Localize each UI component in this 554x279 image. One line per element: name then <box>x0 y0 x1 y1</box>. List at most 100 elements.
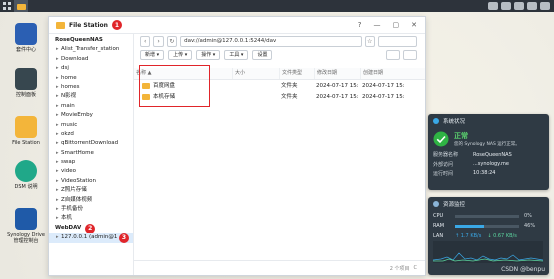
desktop-icon-synology-drive[interactable]: Synology Drive 管理控制台 <box>4 208 48 244</box>
sidebar-item[interactable]: music <box>49 121 133 130</box>
sidebar-item[interactable]: dsj <box>49 64 133 73</box>
sidebar-root-webdav[interactable]: WebDAV 2 <box>49 223 133 234</box>
sidebar-item[interactable]: VideoStation <box>49 177 133 186</box>
highlight-box <box>139 65 210 107</box>
cell-type: 文件夹 <box>281 94 298 100</box>
sidebar-item[interactable]: qBittorrentDownload <box>49 139 133 148</box>
taskbar <box>0 0 554 12</box>
favorite-star-icon[interactable]: ☆ <box>364 35 375 47</box>
back-button[interactable]: ‹ <box>140 35 151 47</box>
forward-button[interactable]: › <box>153 35 164 47</box>
notification-icon[interactable] <box>501 2 511 10</box>
column-size[interactable]: 大小 <box>232 68 271 79</box>
sidebar-item-webdav-server[interactable]: 127.0.0.1 (admin@127... 3 <box>49 233 133 243</box>
sidebar-root-label: WebDAV <box>55 224 82 231</box>
sidebar-root-nas[interactable]: RoseQueenNAS <box>49 36 133 45</box>
desktop-icon-label: File Station <box>12 140 40 146</box>
health-row: 服务器名称 RoseQueenNAS <box>428 150 549 159</box>
sidebar-item[interactable]: okzd <box>49 130 133 139</box>
sidebar: RoseQueenNAS Alist_Transfer_station Down… <box>49 34 134 275</box>
sidebar-item[interactable]: MovieEmby <box>49 111 133 120</box>
column-modified[interactable]: 修改日期 <box>314 68 357 79</box>
cell-modified: 2024-07-17 15:3... <box>316 94 358 100</box>
search-icon[interactable] <box>527 2 537 10</box>
file-station-taskbar-icon[interactable] <box>14 0 28 12</box>
window-titlebar[interactable]: File Station 1 ? — ▢ ✕ <box>49 17 425 34</box>
action-button[interactable]: 操作 ▾ <box>196 49 221 60</box>
grid-icon[interactable] <box>0 0 14 12</box>
sidebar-item[interactable]: 本机 <box>49 214 133 223</box>
desktop-icon-file-station[interactable]: File Station <box>4 116 48 146</box>
synology-drive-icon <box>15 208 37 230</box>
sidebar-item[interactable]: swap <box>49 158 133 167</box>
sidebar-item[interactable]: Z照片存储 <box>49 186 133 195</box>
watermark: CSDN @benpu <box>501 266 545 273</box>
cpu-label: CPU <box>433 213 444 219</box>
sidebar-item[interactable]: homes <box>49 83 133 92</box>
widgets-icon[interactable] <box>540 2 550 10</box>
health-value: 10:38:24 <box>473 170 496 177</box>
health-row: 运行时间 10:38:24 <box>428 169 549 178</box>
settings-button[interactable]: 设置 <box>252 49 273 60</box>
ram-label: RAM <box>433 223 445 229</box>
sidebar-item[interactable]: Download <box>49 55 133 64</box>
network-graph <box>433 241 543 263</box>
maximize-button[interactable]: ▢ <box>393 21 400 29</box>
package-center-icon <box>15 23 37 45</box>
upload-button[interactable]: 上传 ▾ <box>168 49 193 60</box>
sort-icon[interactable] <box>403 49 417 60</box>
status-bar: 2 个项目 C <box>134 260 425 275</box>
cell-created: 2024-07-17 15:3... <box>362 83 404 89</box>
create-button[interactable]: 新增 ▾ <box>140 49 165 60</box>
cpu-line: CPU 0% <box>428 211 549 221</box>
sidebar-item[interactable]: 手机备份 <box>49 205 133 214</box>
column-created[interactable]: 创建日期 <box>360 68 403 79</box>
path-input[interactable]: dav://admin@127.0.0.1:5244/dav <box>180 35 362 47</box>
sidebar-item[interactable]: home <box>49 74 133 83</box>
widget-header: 资源监控 <box>428 197 549 211</box>
ram-bar <box>455 224 519 228</box>
chat-icon[interactable] <box>488 2 498 10</box>
health-summary: 正常 您的 Synology NAS 运行正常。 <box>428 128 549 150</box>
health-row: 外部访问 ...synology.me <box>428 159 549 168</box>
system-health-widget: 系统状况 正常 您的 Synology NAS 运行正常。 服务器名称 Rose… <box>428 114 549 190</box>
sidebar-item[interactable]: Alist_Transfer_station <box>49 45 133 54</box>
sidebar-item[interactable]: main <box>49 102 133 111</box>
refresh-icon[interactable]: C <box>414 265 418 271</box>
window-title: File Station <box>69 21 108 29</box>
desktop-icon-dsm-help[interactable]: DSM 说明 <box>4 160 48 190</box>
list-view-icon[interactable] <box>386 49 400 60</box>
help-button[interactable]: ? <box>358 21 362 29</box>
desktop-icon-label: DSM 说明 <box>14 184 38 190</box>
tools-button[interactable]: 工具 ▾ <box>224 49 249 60</box>
folder-icon <box>56 21 65 29</box>
health-key: 外部访问 <box>433 161 454 168</box>
refresh-button[interactable]: ↻ <box>166 35 178 47</box>
desktop-icon-label: 套件中心 <box>15 47 36 53</box>
cell-type: 文件夹 <box>281 83 298 89</box>
cpu-bar <box>455 214 519 218</box>
user-icon[interactable] <box>514 2 524 10</box>
sidebar-item[interactable]: video <box>49 167 133 176</box>
upload-rate: ↑ 1.7 KB/s <box>455 233 482 239</box>
desktop-icon-control-panel[interactable]: 控制面板 <box>4 68 48 98</box>
help-icon <box>15 160 37 182</box>
search-input[interactable] <box>377 35 417 47</box>
column-type[interactable]: 文件类型 <box>279 68 308 79</box>
sidebar-item-label: 127.0.0.1 (admin@127... <box>61 234 117 241</box>
lan-line: LAN ↑ 1.7 KB/s ↓ 0.67 KB/s <box>428 231 549 241</box>
resource-monitor-widget: 资源监控 CPU 0% RAM 46% LAN ↑ 1.7 KB/s ↓ 0.6… <box>428 197 549 275</box>
widget-title: 资源监控 <box>443 202 466 208</box>
sidebar-item[interactable]: Z自媒体视频 <box>49 196 133 205</box>
minimize-button[interactable]: — <box>374 21 381 29</box>
widget-header: 系统状况 <box>428 114 549 128</box>
step-badge-3: 3 <box>119 233 129 243</box>
sidebar-item[interactable]: SmartHome <box>49 149 133 158</box>
health-status: 正常 <box>454 132 468 140</box>
sidebar-item[interactable]: N影视 <box>49 92 133 101</box>
desktop-icon-label: 控制面板 <box>15 92 36 98</box>
close-button[interactable]: ✕ <box>411 21 417 29</box>
navigation-bar: ‹ › ↻ dav://admin@127.0.0.1:5244/dav ☆ <box>134 34 425 48</box>
desktop-icon-package-center[interactable]: 套件中心 <box>4 23 48 53</box>
health-description: 您的 Synology NAS 运行正常。 <box>454 142 520 147</box>
